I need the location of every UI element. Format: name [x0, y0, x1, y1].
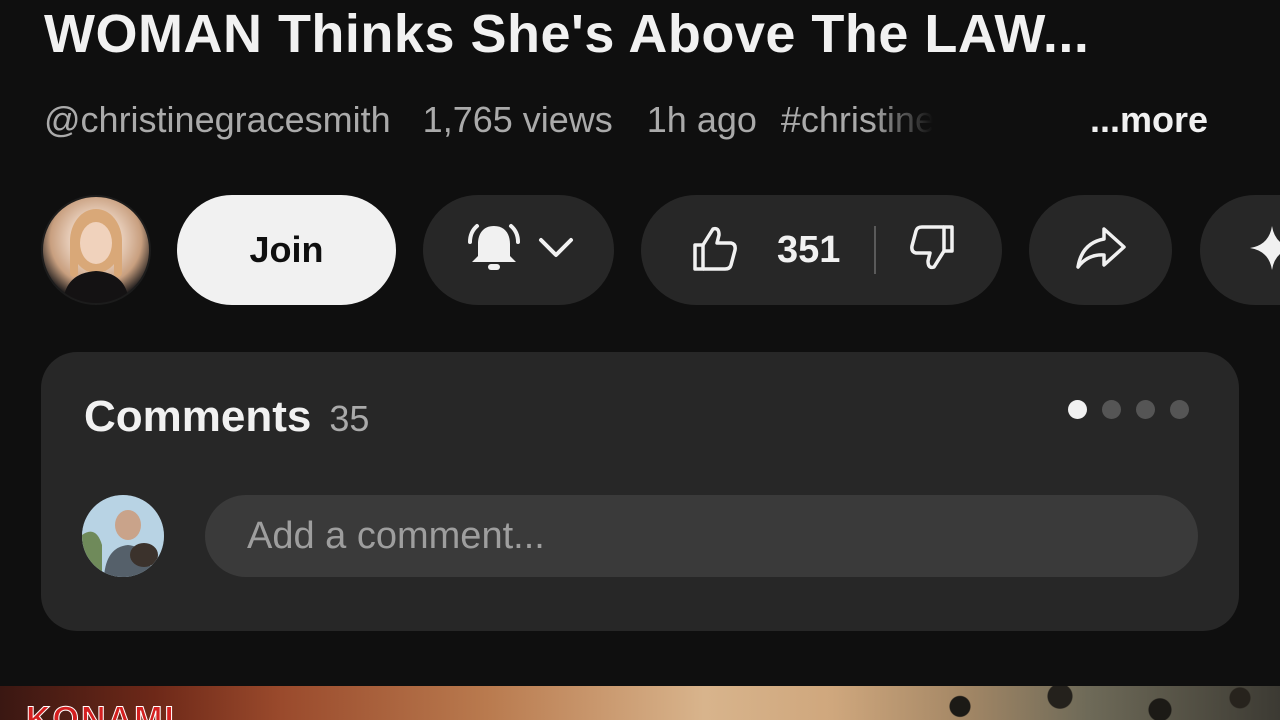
comments-pager[interactable] [1068, 400, 1189, 419]
like-divider [874, 226, 877, 274]
like-count: 351 [777, 228, 841, 271]
share-arrow-icon [1074, 225, 1128, 276]
upload-time: 1h ago [646, 99, 757, 140]
action-bar: Join 351 [0, 194, 1280, 306]
channel-handle[interactable]: @christinegracesmith [44, 99, 391, 141]
thumbnail-brand-text: KONAMI [26, 700, 176, 720]
hashtag-link[interactable]: #christinegracesmith [781, 99, 933, 141]
more-button[interactable]: ...more [1090, 99, 1208, 141]
next-video-thumbnail[interactable]: KONAMI [0, 686, 1280, 720]
channel-avatar[interactable] [41, 195, 151, 305]
video-meta-row[interactable]: @christinegracesmith 1,765 views 1h ago … [44, 96, 1244, 144]
video-details-page: WOMAN Thinks She's Above The LAW... @chr… [0, 0, 1280, 720]
comments-section[interactable]: Comments 35 [41, 352, 1239, 631]
dislike-button[interactable] [908, 223, 958, 278]
bell-icon [464, 220, 524, 281]
like-button[interactable]: 351 [689, 223, 840, 278]
pager-dot[interactable] [1136, 400, 1155, 419]
comments-label: Comments [84, 392, 312, 441]
view-count: 1,765 views [422, 99, 613, 140]
like-dislike-group: 351 [641, 195, 1002, 305]
thumbs-up-icon [689, 223, 739, 278]
comments-heading: Comments 35 [84, 392, 369, 442]
video-title[interactable]: WOMAN Thinks She's Above The LAW... [44, 2, 1089, 66]
remix-button[interactable] [1200, 195, 1280, 305]
thumbnail-foliage [880, 686, 1280, 720]
pager-dot-active[interactable] [1068, 400, 1087, 419]
pager-dot[interactable] [1170, 400, 1189, 419]
add-comment-input[interactable] [205, 495, 1198, 577]
channel-avatar-image [63, 209, 129, 303]
share-button[interactable] [1029, 195, 1172, 305]
user-avatar [82, 495, 164, 577]
sparkle-icon [1248, 224, 1280, 277]
subscription-notification-button[interactable] [423, 195, 614, 305]
comments-count: 35 [329, 398, 370, 439]
user-avatar-image [82, 495, 164, 577]
thumbs-down-icon [910, 224, 955, 269]
pager-dot[interactable] [1102, 400, 1121, 419]
chevron-down-icon [538, 237, 574, 264]
join-button[interactable]: Join [177, 195, 396, 305]
